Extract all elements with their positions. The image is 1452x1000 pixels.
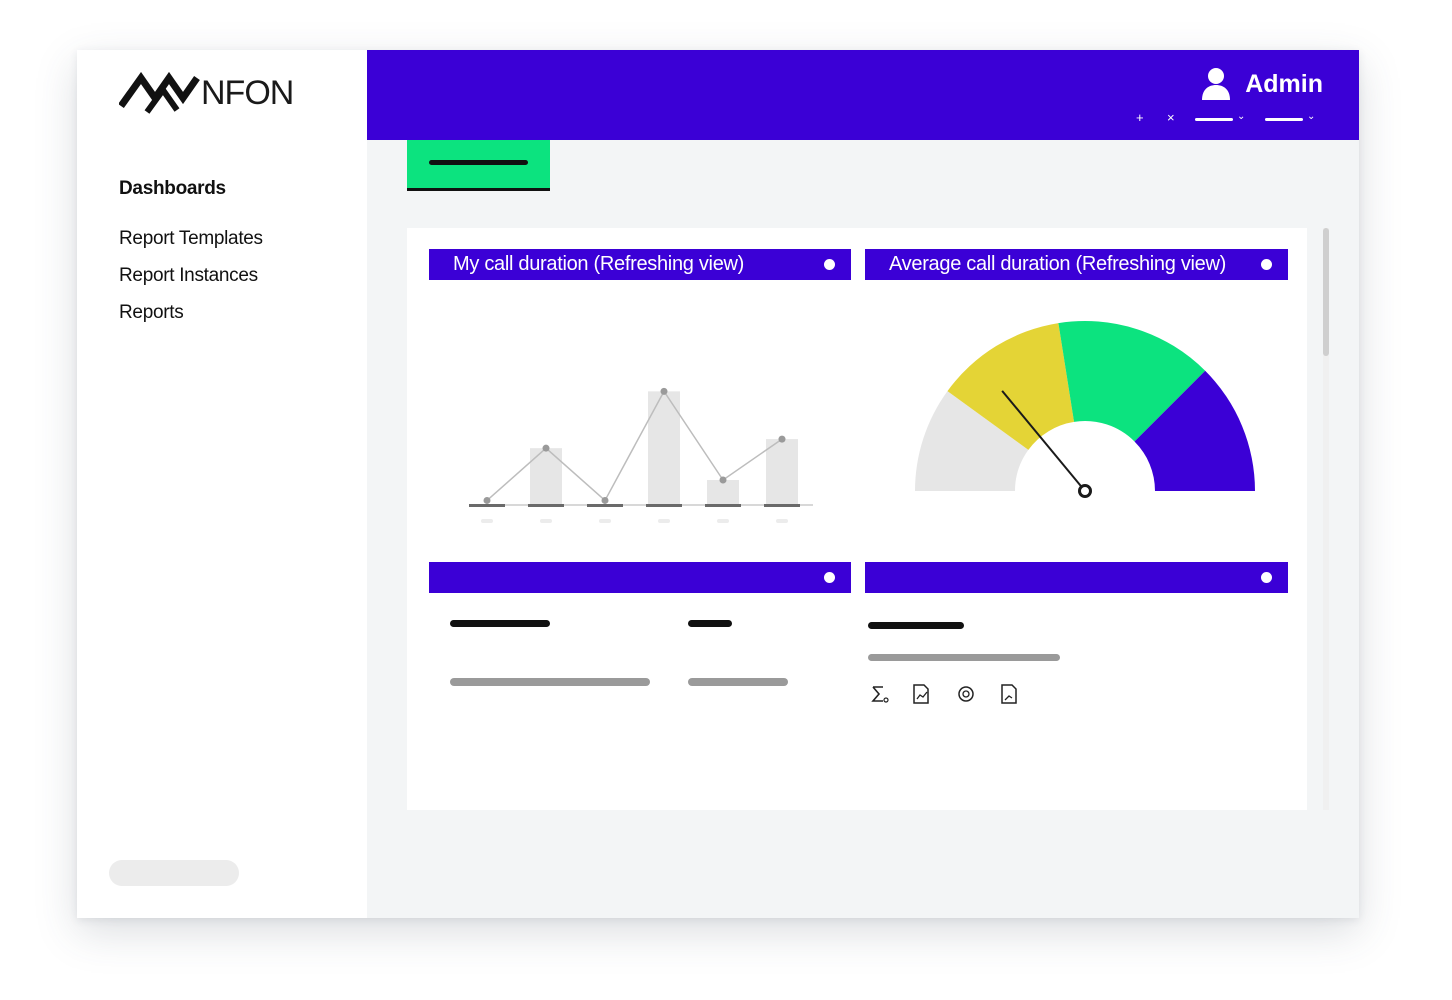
x-tick-label [658,519,670,523]
dashboard-tab-active[interactable] [407,140,550,191]
view-selector-2[interactable] [1265,118,1303,121]
widget-title: My call duration (Refreshing view) [453,253,745,275]
x-tick-label [599,519,611,523]
user-name: Admin [1245,69,1323,98]
user-icon [1202,68,1231,100]
x-tick-label [540,519,552,523]
trend-point [601,496,609,504]
brand-name: NFON [201,74,294,112]
report-edit-icon[interactable] [997,682,1021,706]
text-placeholder [450,678,650,686]
scrollbar-thumb[interactable] [1323,228,1329,356]
trend-point [778,435,786,443]
text-placeholder [688,620,732,627]
trend-point [719,476,727,484]
x-tick-label [717,519,729,523]
target-icon[interactable] [954,682,978,706]
tab-label-placeholder [429,160,528,165]
widget-header-4[interactable] [865,562,1288,593]
widget-menu-dot[interactable] [1261,259,1272,270]
x-tick-mark [469,504,505,507]
user-menu[interactable]: Admin [1201,66,1323,102]
top-bar: Admin + × ⌄ ⌄ [367,50,1359,140]
gauge-needle-pivot [1078,484,1092,498]
chart-bar [530,448,562,505]
sum-icon[interactable] [867,682,891,706]
nav-heading-dashboards[interactable]: Dashboards [119,178,226,200]
widget-menu-dot[interactable] [824,572,835,583]
close-tab-button[interactable]: × [1167,110,1175,125]
chevron-down-icon[interactable]: ⌄ [1307,111,1315,122]
x-tick-mark [587,504,623,507]
widget-title: Average call duration (Refreshing view) [889,253,1226,275]
add-tab-button[interactable]: + [1136,110,1144,125]
text-placeholder [450,620,550,627]
sidebar-item-report-templates[interactable]: Report Templates [119,228,263,250]
widget-header-3[interactable] [429,562,851,593]
chart-bar [707,480,739,505]
call-duration-bar-chart [469,387,813,523]
average-call-duration-gauge [915,321,1255,498]
widget-menu-dot[interactable] [824,259,835,270]
text-placeholder [868,622,964,629]
x-tick-label [776,519,788,523]
text-placeholder [868,654,1060,661]
x-tick-mark [646,504,682,507]
report-chart-icon[interactable] [909,682,933,706]
text-placeholder [688,678,788,686]
sidebar-item-reports[interactable]: Reports [119,302,184,324]
sidebar: NFON Dashboards Report Templates Report … [77,50,367,918]
widget-menu-dot[interactable] [1261,572,1272,583]
x-tick-label [481,519,493,523]
trend-point [660,387,668,395]
trend-point [542,444,550,452]
x-tick-mark [528,504,564,507]
view-selector-1[interactable] [1195,118,1233,121]
app-window: NFON Dashboards Report Templates Report … [77,50,1359,918]
x-tick-mark [705,504,741,507]
chevron-down-icon[interactable]: ⌄ [1237,111,1245,122]
x-tick-mark [764,504,800,507]
sidebar-item-report-instances[interactable]: Report Instances [119,265,258,287]
widget-header-average-call-duration[interactable]: Average call duration (Refreshing view) [865,249,1288,280]
chart-bar [766,439,798,505]
sidebar-footer-placeholder[interactable] [109,860,239,886]
trend-point [483,496,491,504]
widget-header-my-call-duration[interactable]: My call duration (Refreshing view) [429,249,851,280]
